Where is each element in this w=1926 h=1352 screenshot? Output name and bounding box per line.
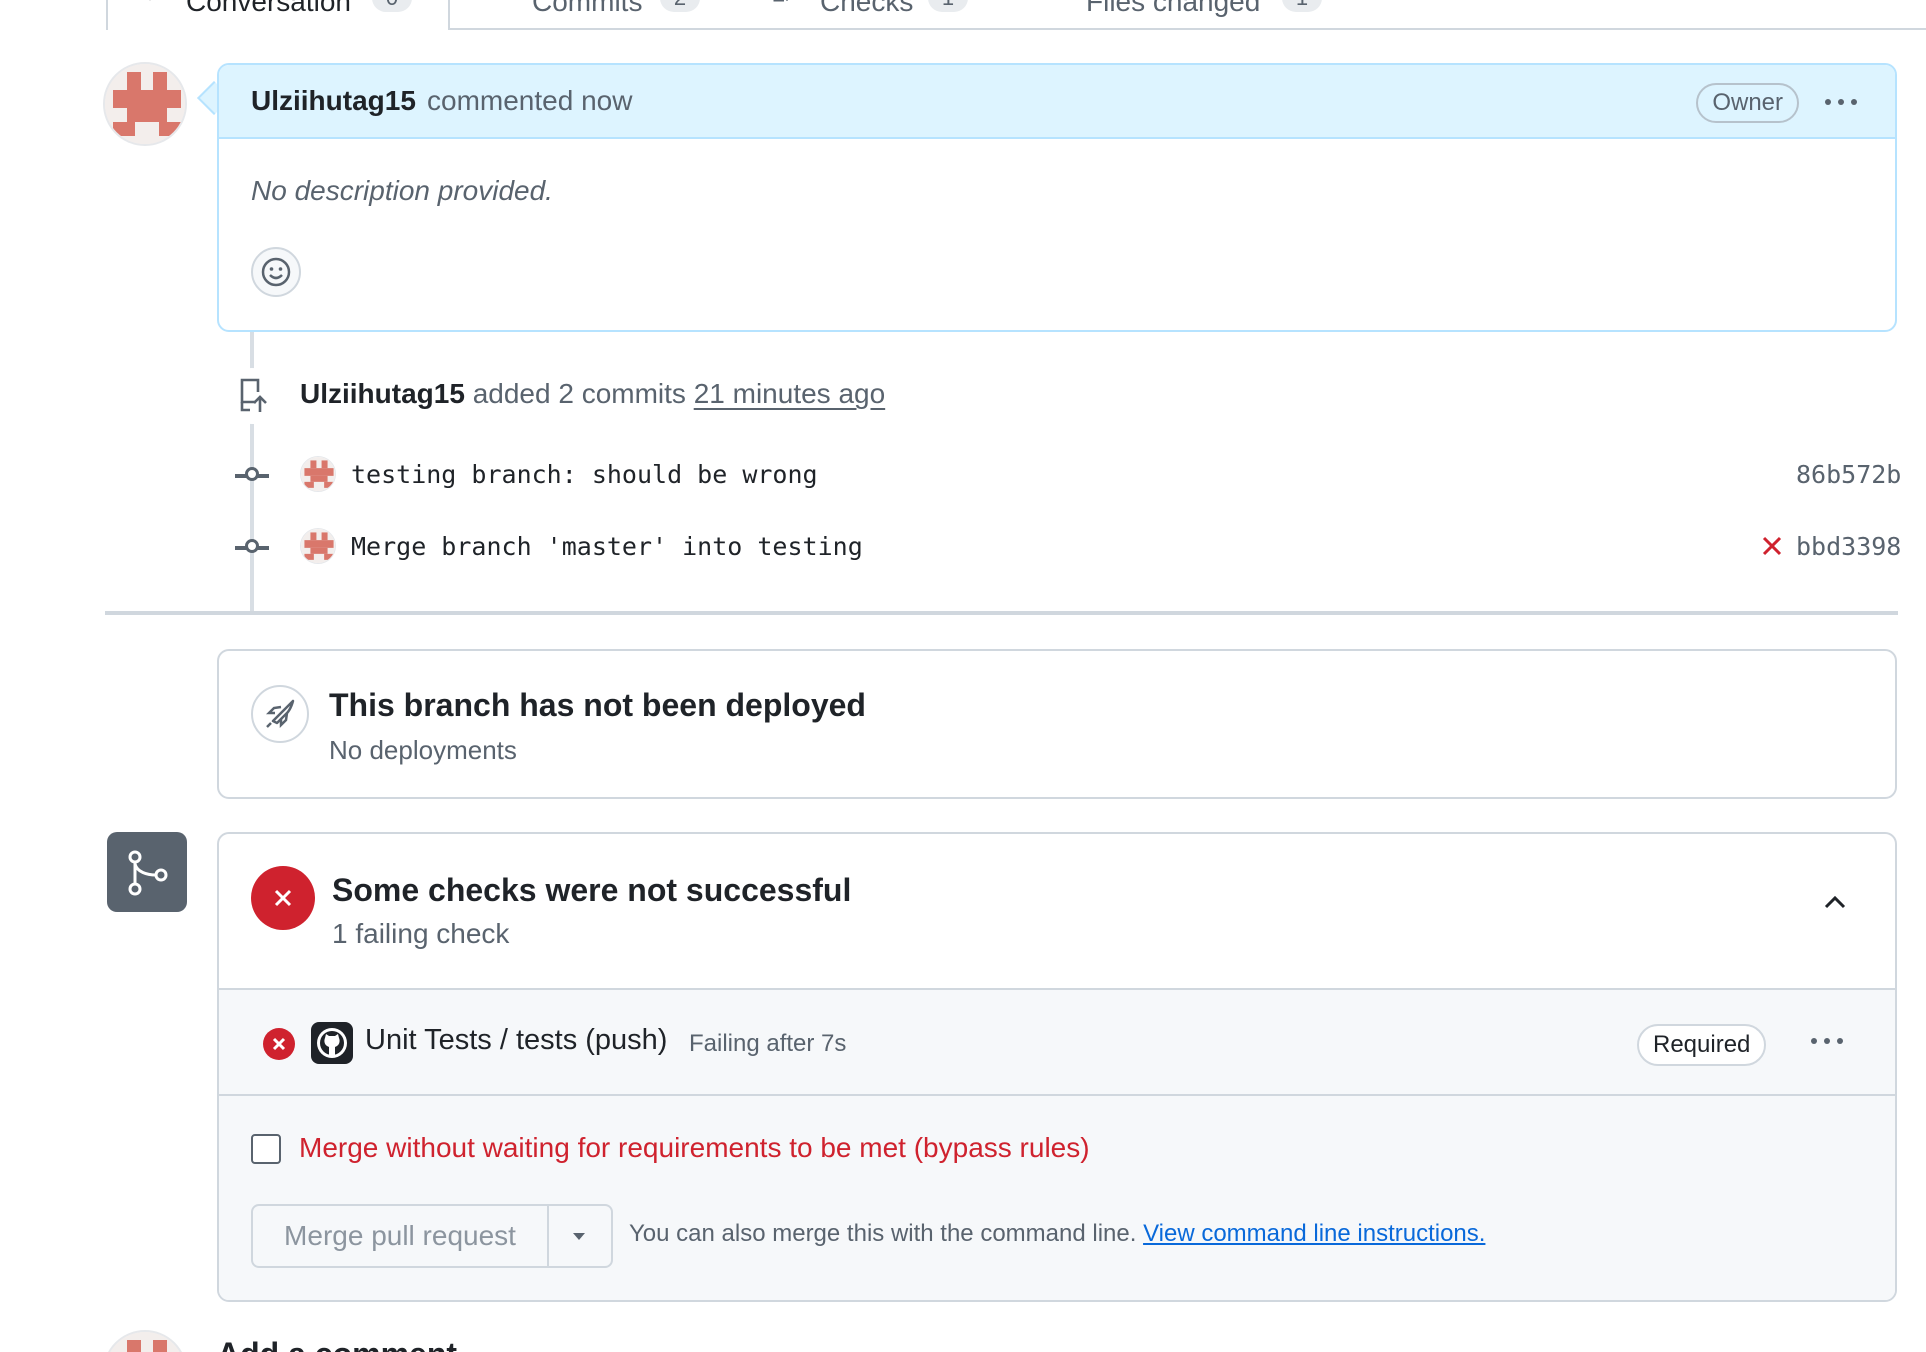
check-kebab-menu-icon[interactable] [1811, 1038, 1843, 1044]
commits-event-author[interactable]: Ulziihutag15 [300, 378, 465, 409]
merge-pull-request-button[interactable]: Merge pull request [253, 1206, 549, 1266]
commit-sha[interactable]: 86b572b [1796, 460, 1901, 489]
smiley-icon [261, 257, 291, 287]
bypass-rules-label[interactable]: Merge without waiting for requirements t… [299, 1132, 1090, 1164]
merge-button-group: Merge pull request [251, 1204, 613, 1268]
comment-body: No description provided. [251, 175, 553, 206]
tab-conversation-label: Conversation [186, 0, 351, 17]
repo-push-icon [240, 378, 267, 412]
merge-box: Some checks were not successful 1 failin… [217, 832, 1897, 1302]
add-reaction-button[interactable] [251, 247, 301, 297]
push-event-badge [224, 368, 280, 424]
commit-sha[interactable]: bbd3398 [1796, 532, 1901, 561]
tab-files-label[interactable]: Files changed [1086, 0, 1260, 18]
tab-checks-count: 1 [928, 0, 968, 12]
add-comment-title: Add a comment [217, 1336, 457, 1352]
merge-status-badge [107, 832, 187, 912]
check-failed-icon [263, 1028, 295, 1060]
check-name[interactable]: Unit Tests / tests (push) [365, 1024, 667, 1057]
checks-failed-badge [251, 866, 315, 930]
owner-badge: Owner [1696, 83, 1799, 123]
identicon-avatar [301, 529, 335, 563]
git-commit-icon [235, 467, 269, 481]
x-icon [274, 889, 292, 907]
tab-commits-label[interactable]: Commits [532, 0, 642, 18]
checks-title: Some checks were not successful [332, 872, 852, 908]
git-merge-icon [128, 850, 168, 896]
merge-actions: Merge without waiting for requirements t… [219, 1096, 1895, 1300]
deployment-subtitle: No deployments [329, 735, 517, 765]
comment-action: commented now [427, 85, 633, 116]
file-diff-icon [1040, 0, 1068, 8]
identicon-avatar [105, 1332, 185, 1352]
timeline-divider [105, 611, 1898, 615]
commits-event-time[interactable]: 21 minutes ago [694, 378, 885, 409]
tab-checks-label[interactable]: Checks [820, 0, 913, 18]
check-run-row[interactable]: Unit Tests / tests (push) Failing after … [219, 988, 1895, 1096]
command-line-hint: You can also merge this with the command… [629, 1220, 1485, 1248]
deployment-card: This branch has not been deployed No dep… [217, 649, 1897, 799]
commits-event-text: Ulziihutag15 added 2 commits 21 minutes … [300, 378, 885, 410]
deployment-title: This branch has not been deployed [329, 687, 866, 723]
command-line-instructions-link[interactable]: View command line instructions. [1143, 1220, 1485, 1247]
github-logo-icon [311, 1022, 353, 1064]
commits-icon [494, 0, 522, 8]
avatar[interactable] [300, 528, 336, 564]
avatar[interactable] [103, 62, 187, 146]
chevron-up-icon[interactable] [1821, 892, 1849, 912]
checks-subtitle: 1 failing check [332, 918, 510, 949]
check-detail: Failing after 7s [689, 1030, 847, 1057]
x-icon [272, 1037, 286, 1051]
avatar[interactable] [300, 456, 336, 492]
rocket-icon [265, 699, 295, 729]
comment-box: Ulziihutag15 commented now Owner No desc… [217, 63, 1897, 332]
git-commit-icon [235, 539, 269, 553]
tab-files-count: 1 [1282, 0, 1322, 12]
triangle-down-icon[interactable] [565, 1226, 593, 1246]
avatar[interactable] [103, 1330, 187, 1352]
github-mark [317, 1028, 347, 1058]
comment-author[interactable]: Ulziihutag15 [251, 85, 416, 117]
tab-commits-count: 2 [660, 0, 700, 12]
x-failed-icon[interactable] [1760, 534, 1784, 558]
comment-header: Ulziihutag15 commented now Owner [219, 65, 1895, 139]
conversation-icon [149, 0, 151, 1]
commit-message[interactable]: testing branch: should be wrong [351, 460, 818, 489]
identicon-avatar [105, 64, 185, 144]
deployment-badge [251, 685, 309, 743]
commit-message[interactable]: Merge branch 'master' into testing [351, 532, 863, 561]
comment-kebab-menu-icon[interactable] [1825, 99, 1857, 105]
commits-event-action: added 2 commits [472, 378, 686, 409]
command-line-hint-text: You can also merge this with the command… [629, 1220, 1137, 1247]
identicon-avatar [301, 457, 335, 491]
required-badge: Required [1637, 1024, 1767, 1066]
pr-tab-bar: Conversation 0 Commits 2 Checks 1 Files … [0, 0, 1926, 30]
checks-icon [773, 0, 789, 2]
bypass-rules-checkbox[interactable] [251, 1134, 281, 1164]
